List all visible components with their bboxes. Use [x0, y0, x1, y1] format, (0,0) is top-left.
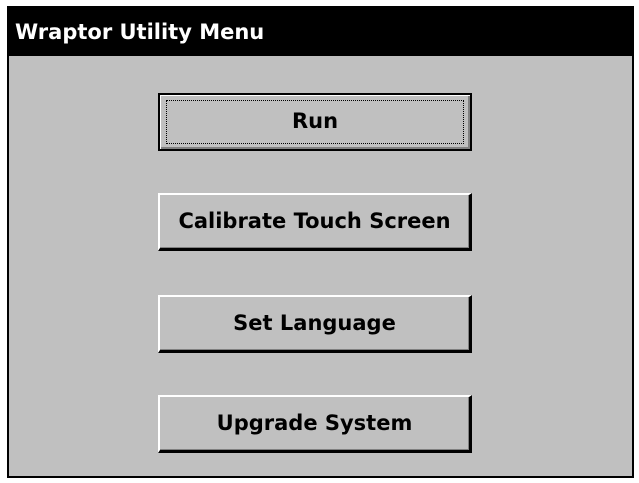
upgrade-system-button-label: Upgrade System: [216, 411, 413, 435]
calibrate-touch-screen-button[interactable]: Calibrate Touch Screen: [158, 193, 472, 251]
utility-menu-window: Wraptor Utility Menu Run Calibrate Touch…: [7, 6, 634, 478]
set-language-button[interactable]: Set Language: [158, 295, 472, 353]
window-title: Wraptor Utility Menu: [15, 20, 265, 44]
set-language-button-label: Set Language: [233, 311, 396, 335]
window-title-bar: Wraptor Utility Menu: [9, 8, 632, 56]
run-button[interactable]: Run: [158, 93, 472, 151]
menu-panel: Run Calibrate Touch Screen Set Language …: [9, 56, 632, 476]
calibrate-touch-screen-button-label: Calibrate Touch Screen: [178, 209, 451, 233]
upgrade-system-button[interactable]: Upgrade System: [158, 395, 472, 453]
run-button-label: Run: [291, 109, 339, 133]
